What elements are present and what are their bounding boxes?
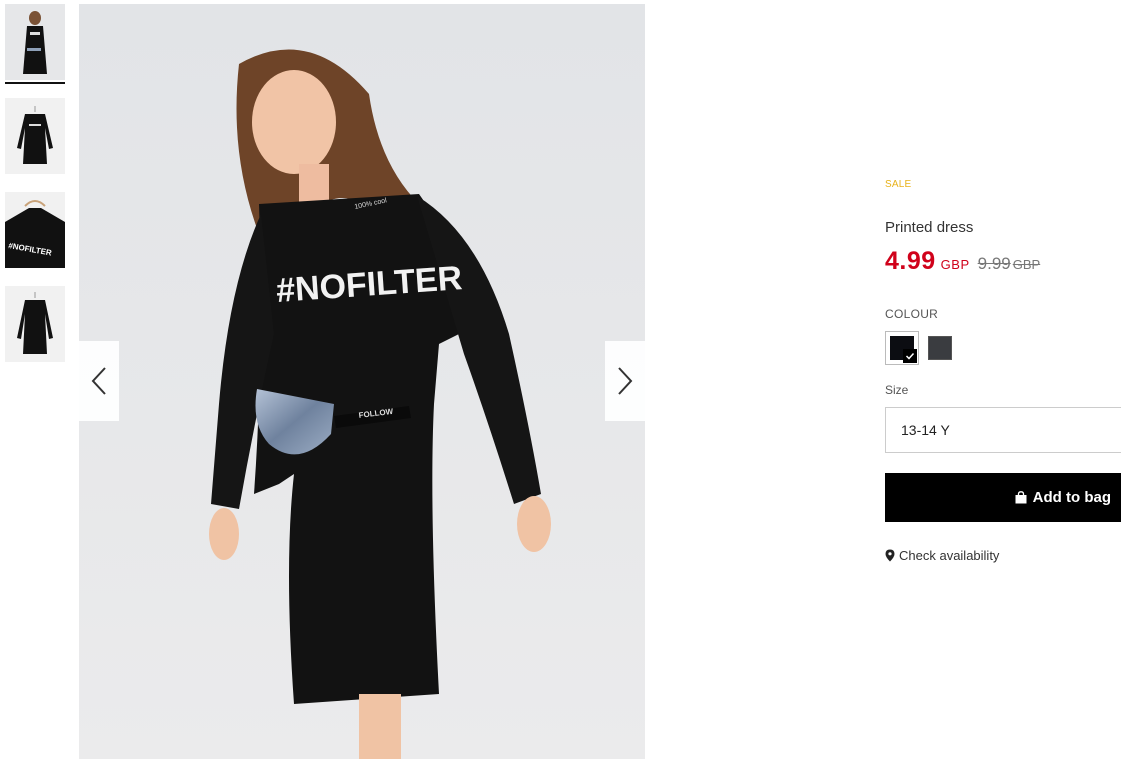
model-photo-thumb	[5, 4, 65, 80]
main-product-image: #NOFILTER 100% cool FOLLOW	[79, 4, 645, 759]
original-price: 9.99	[977, 254, 1011, 273]
product-photo: #NOFILTER 100% cool FOLLOW	[79, 4, 645, 759]
add-to-bag-button[interactable]: Add to bag	[885, 473, 1121, 522]
product-name: Printed dress	[885, 219, 974, 236]
check-availability-link[interactable]: Check availability	[885, 548, 999, 563]
chevron-right-icon	[618, 367, 633, 395]
map-pin-icon	[885, 549, 895, 562]
thumbnail-model[interactable]	[5, 4, 65, 80]
colour-swatch-grey[interactable]	[928, 336, 952, 360]
colour-label: COLOUR	[885, 307, 939, 321]
price-row: 4.99 GBP 9.99 GBP	[885, 247, 1040, 276]
size-label: Size	[885, 383, 909, 397]
thumbnail-back[interactable]	[5, 286, 65, 362]
check-icon	[903, 349, 917, 363]
next-image-button[interactable]	[605, 341, 645, 421]
dress-front-thumb	[5, 98, 65, 174]
chevron-left-icon	[91, 367, 106, 395]
original-price-currency: GBP	[1012, 257, 1041, 272]
colour-swatch-black[interactable]	[885, 331, 919, 365]
dress-back-thumb	[5, 286, 65, 362]
thumbnail-detail[interactable]: #NOFILTER	[5, 192, 65, 268]
current-price-currency: GBP	[940, 257, 970, 272]
check-availability-label: Check availability	[899, 548, 1000, 563]
thumbnail-front[interactable]	[5, 98, 65, 174]
size-select[interactable]: 13-14 Y	[885, 407, 1121, 453]
add-to-bag-label: Add to bag	[1032, 489, 1111, 506]
dress-detail-thumb: #NOFILTER	[5, 192, 65, 268]
shopping-bag-icon	[1015, 491, 1027, 504]
sale-badge: SALE	[885, 179, 912, 190]
previous-image-button[interactable]	[79, 341, 119, 421]
thumbnail-active-indicator	[5, 82, 65, 84]
current-price: 4.99	[885, 247, 936, 275]
